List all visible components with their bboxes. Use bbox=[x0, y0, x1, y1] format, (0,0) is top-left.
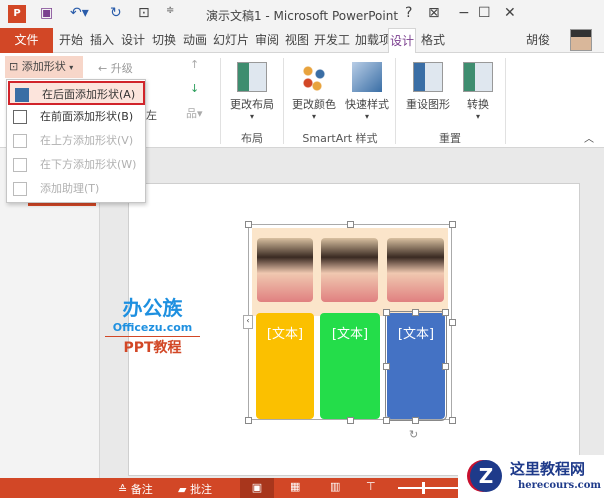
menu-item-add-assistant: 添加助理(T) bbox=[8, 177, 145, 201]
reading-view-button[interactable]: ▥ bbox=[330, 480, 340, 493]
watermark-site: Officezu.com bbox=[105, 321, 200, 337]
tab-transitions[interactable]: 切换 bbox=[149, 28, 179, 53]
change-layout-button[interactable]: 更改布局 ▾ bbox=[226, 62, 278, 121]
text-column-2[interactable]: [文本] bbox=[320, 313, 380, 419]
slide-sorter-button[interactable]: ▦ bbox=[290, 480, 300, 493]
comments-button[interactable]: ▰ 批注 bbox=[178, 481, 212, 497]
convert-button[interactable]: 转换 ▾ bbox=[458, 62, 498, 121]
add-assistant-icon bbox=[13, 182, 27, 196]
menu-item-add-shape-below: 在下方添加形状(W) bbox=[8, 153, 145, 177]
normal-view-button[interactable]: ▣ bbox=[240, 478, 274, 498]
menu-item-add-shape-above: 在上方添加形状(V) bbox=[8, 129, 145, 153]
promote-button[interactable]: ← 升级 bbox=[98, 60, 133, 76]
quick-styles-button[interactable]: 快速样式 ▾ bbox=[341, 62, 393, 121]
add-shape-after-icon bbox=[15, 88, 29, 102]
tab-slideshow[interactable]: 幻灯片 bbox=[211, 28, 251, 53]
group-label-smartart-styles: SmartArt 样式 bbox=[302, 132, 378, 145]
ribbon-tabs: 文件 开始 插入 设计 切换 动画 幻灯片 审阅 视图 开发工 加载项 设计 格… bbox=[0, 28, 604, 54]
zoom-slider[interactable] bbox=[398, 487, 458, 489]
group-label-reset: 重置 bbox=[439, 132, 461, 145]
user-name[interactable]: 胡俊 bbox=[520, 28, 556, 53]
zoom-slider-thumb[interactable] bbox=[422, 482, 425, 494]
add-shape-above-icon bbox=[13, 134, 27, 148]
chevron-down-icon: ▾ bbox=[69, 63, 74, 72]
text-column-1[interactable]: [文本] bbox=[256, 313, 314, 419]
corner-watermark-name: 这里教程网 bbox=[510, 460, 586, 478]
tab-insert[interactable]: 插入 bbox=[87, 28, 117, 53]
collapse-ribbon-icon[interactable]: ︿ bbox=[584, 130, 594, 145]
corner-watermark-z-icon: Z bbox=[470, 460, 502, 492]
photo-3[interactable] bbox=[387, 238, 444, 302]
notes-button[interactable]: ≙ 备注 bbox=[118, 481, 153, 497]
change-colors-label: 更改颜色 bbox=[292, 98, 336, 111]
watermark-tag: PPT教程 bbox=[123, 340, 182, 356]
watermark-logo: 办公族 Officezu.com PPT教程 bbox=[105, 292, 200, 357]
photo-1[interactable] bbox=[257, 238, 313, 302]
right-to-left-label[interactable]: 左 bbox=[146, 107, 157, 123]
minimize-button[interactable]: − bbox=[458, 5, 470, 21]
comment-icon: ▰ bbox=[178, 483, 187, 496]
convert-icon bbox=[463, 62, 493, 92]
tab-home[interactable]: 开始 bbox=[56, 28, 86, 53]
move-down-icon[interactable]: ↓ bbox=[190, 82, 199, 95]
tab-review[interactable]: 审阅 bbox=[252, 28, 282, 53]
tab-file[interactable]: 文件 bbox=[0, 28, 53, 53]
add-shape-dropdown-menu: 在后面添加形状(A) 在前面添加形状(B) 在上方添加形状(V) 在下方添加形状… bbox=[6, 79, 146, 203]
tab-design[interactable]: 设计 bbox=[118, 28, 148, 53]
text-pane-toggle[interactable]: ‹ bbox=[243, 315, 253, 329]
add-shape-before-icon bbox=[13, 110, 27, 124]
color-dots-icon bbox=[299, 62, 329, 92]
move-up-icon[interactable]: ↑ bbox=[190, 58, 199, 71]
tab-format[interactable]: 格式 bbox=[417, 28, 449, 53]
add-shape-button[interactable]: ⊡ 添加形状 ▾ bbox=[5, 56, 83, 78]
menu-item-add-shape-after[interactable]: 在后面添加形状(A) bbox=[8, 81, 145, 105]
close-button[interactable]: ✕ bbox=[504, 5, 516, 21]
menu-item-add-shape-before[interactable]: 在前面添加形状(B) bbox=[8, 105, 145, 129]
slideshow-button[interactable]: ⊤ bbox=[366, 480, 376, 493]
quick-styles-icon bbox=[352, 62, 382, 92]
tab-developer[interactable]: 开发工 bbox=[312, 28, 352, 53]
ribbon-display-icon[interactable]: ⊠ bbox=[428, 5, 440, 21]
add-shape-icon: ⊡ bbox=[9, 60, 19, 73]
layout-gallery-icon bbox=[237, 62, 267, 92]
change-colors-button[interactable]: 更改颜色 ▾ bbox=[289, 62, 339, 121]
corner-watermark-url: herecours.com bbox=[518, 480, 602, 491]
convert-label: 转换 bbox=[467, 98, 489, 111]
watermark-brand: 办公族 bbox=[122, 296, 183, 320]
quick-styles-label: 快速样式 bbox=[345, 98, 389, 111]
layout-icon[interactable]: 品▾ bbox=[186, 105, 203, 121]
help-button[interactable]: ? bbox=[405, 5, 412, 21]
photo-2[interactable] bbox=[321, 238, 378, 302]
corner-watermark: Z 这里教程网 herecours.com bbox=[458, 455, 604, 498]
add-shape-below-icon bbox=[13, 158, 27, 172]
group-label-layout: 布局 bbox=[241, 132, 263, 145]
tab-view[interactable]: 视图 bbox=[282, 28, 312, 53]
maximize-button[interactable]: ☐ bbox=[478, 5, 491, 21]
tab-animations[interactable]: 动画 bbox=[180, 28, 210, 53]
reset-graphic-button[interactable]: 重设图形 bbox=[400, 62, 456, 112]
rotate-handle-icon[interactable]: ↻ bbox=[409, 428, 418, 441]
reset-graphic-icon bbox=[413, 62, 443, 92]
text-column-3[interactable]: [文本] bbox=[385, 311, 447, 421]
title-bar: P ▣ ↶▾ ↻ ⊡ ≑ 演示文稿1 - Microsoft PowerPoin… bbox=[0, 0, 604, 28]
reset-graphic-label: 重设图形 bbox=[406, 98, 450, 111]
tab-smartart-design[interactable]: 设计 bbox=[388, 28, 416, 54]
user-avatar[interactable] bbox=[570, 29, 592, 51]
change-layout-label: 更改布局 bbox=[230, 98, 274, 111]
add-shape-label: 添加形状 bbox=[21, 60, 66, 73]
